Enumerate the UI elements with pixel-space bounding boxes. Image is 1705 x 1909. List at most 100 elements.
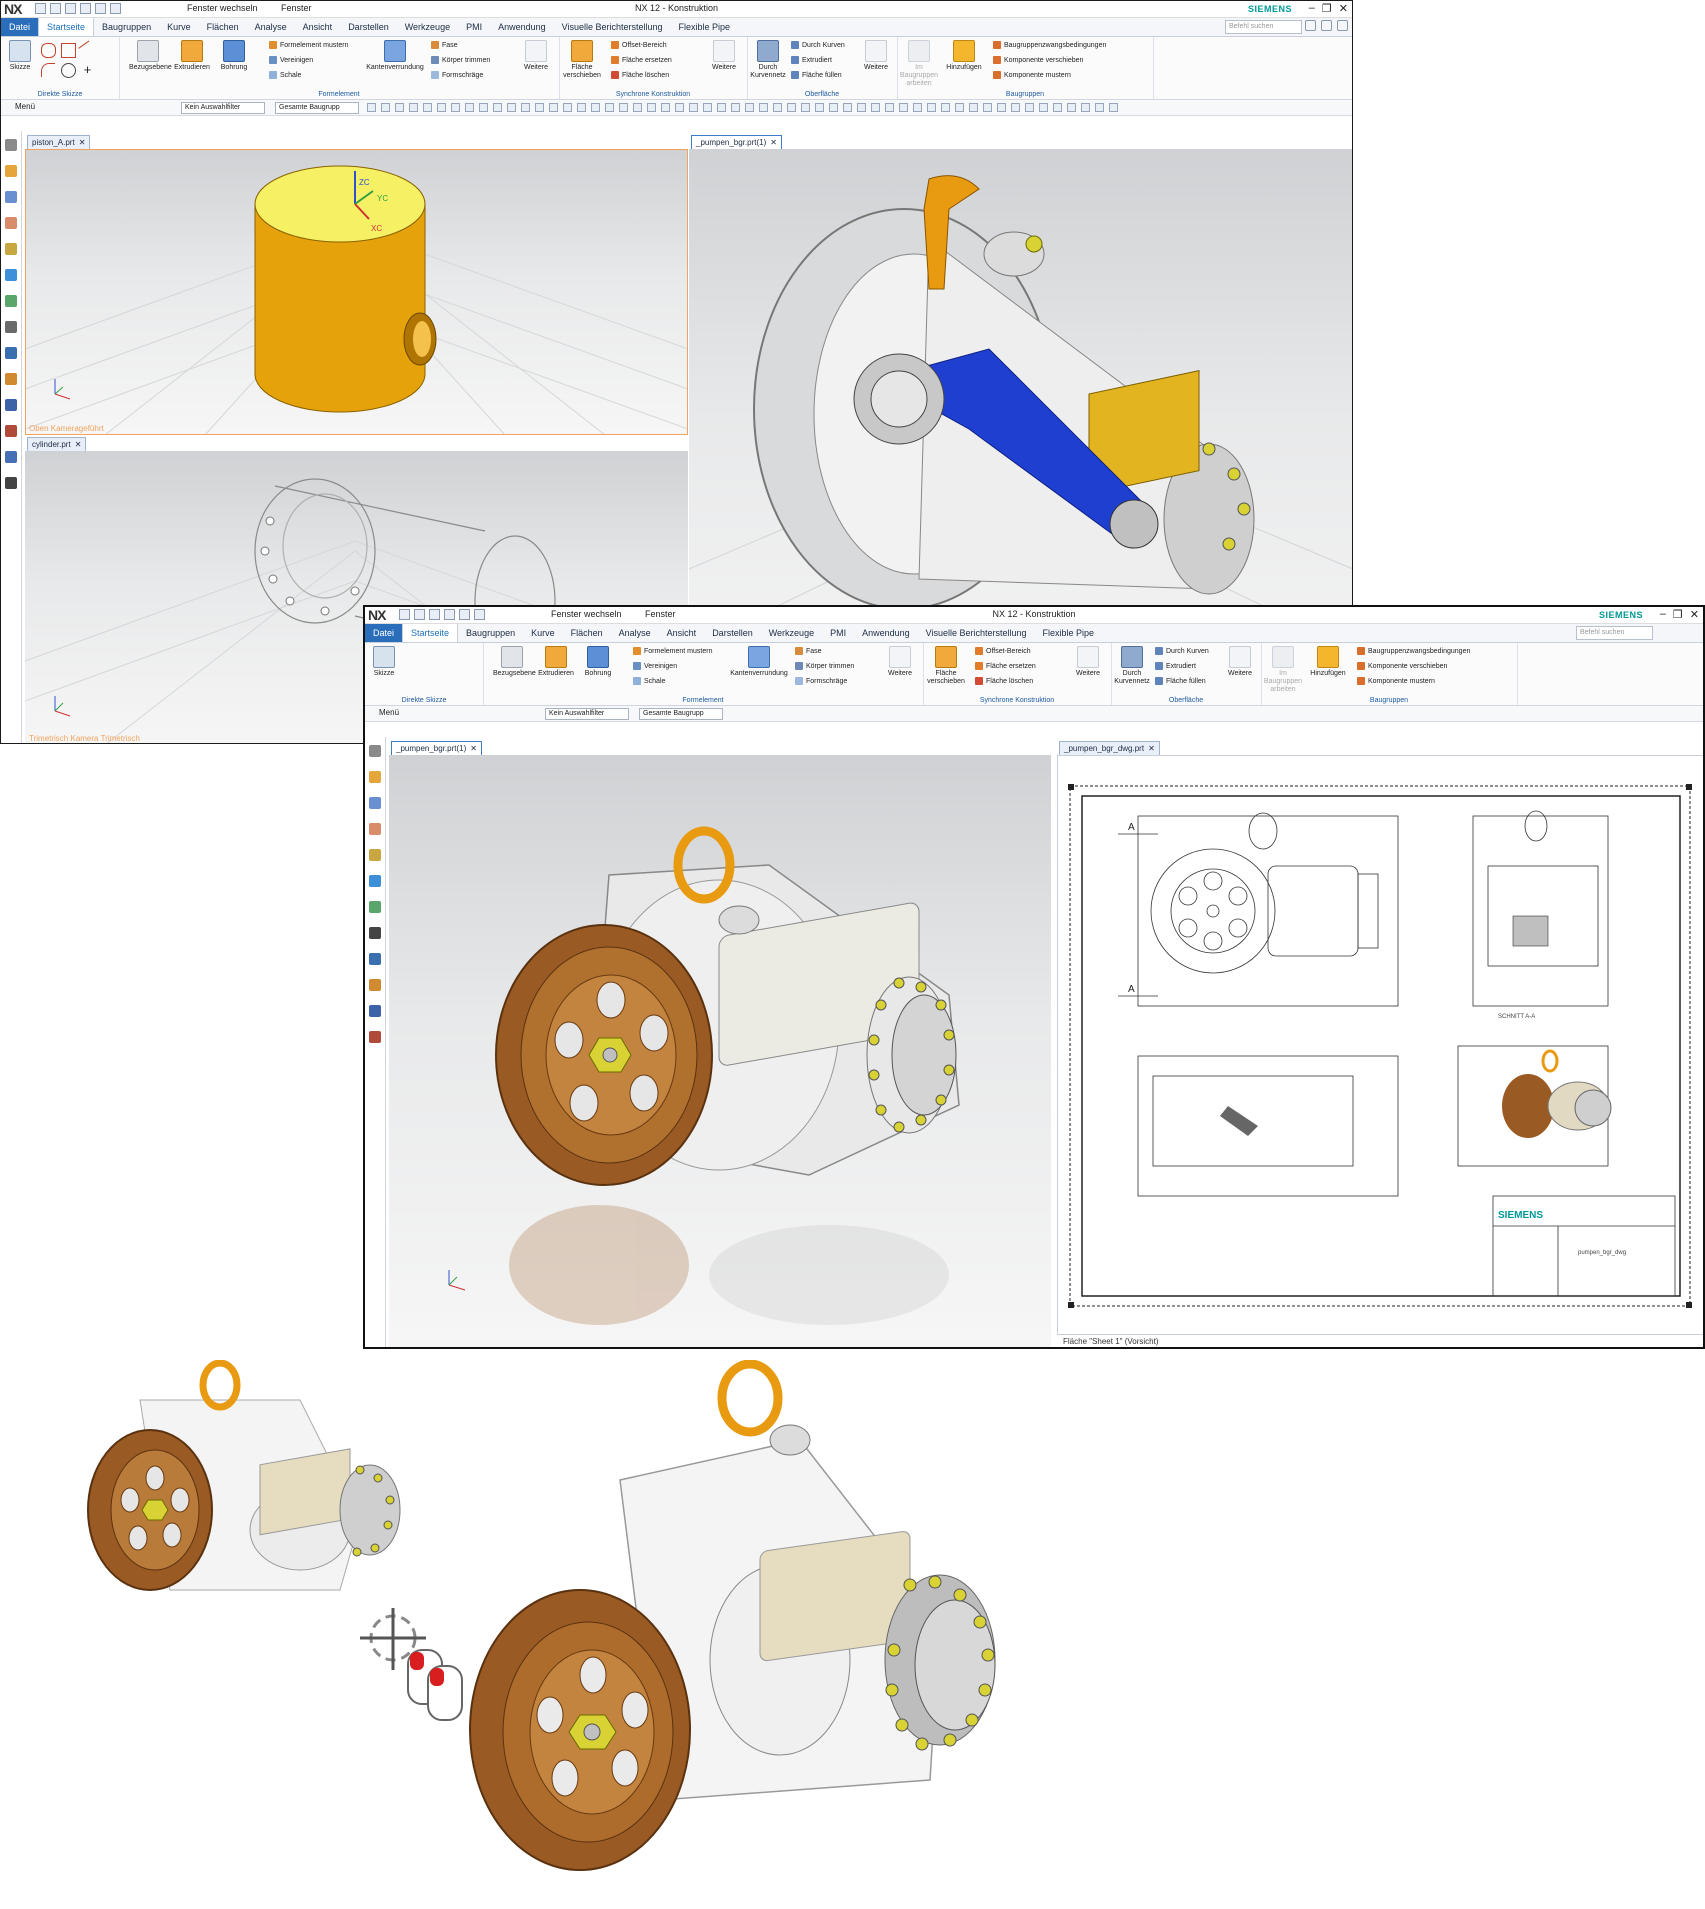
window-switch-button[interactable]: Fenster wechseln: [551, 609, 622, 619]
tab-ansicht[interactable]: Ansicht: [659, 624, 705, 642]
save-all-icon[interactable]: [80, 3, 91, 14]
tab-pumpen-bgr[interactable]: _pumpen_bgr.prt(1) ✕: [391, 741, 482, 756]
snap-icon[interactable]: [451, 103, 460, 112]
shell-button[interactable]: Schale: [633, 677, 665, 685]
save-all-icon[interactable]: [444, 609, 455, 620]
chamfer-button[interactable]: Fase: [795, 647, 822, 655]
spline-icon[interactable]: [41, 43, 56, 58]
search-icon[interactable]: [1305, 20, 1316, 31]
more-feature-button[interactable]: Weitere: [881, 646, 919, 678]
through-curves-button[interactable]: Durch Kurven: [1155, 647, 1209, 655]
shell-button[interactable]: Schale: [269, 71, 301, 79]
through-curves-button[interactable]: Durch Kurven: [791, 41, 845, 49]
snap-icon[interactable]: [395, 103, 404, 112]
settings-icon[interactable]: [1321, 20, 1332, 31]
snap-icon[interactable]: [479, 103, 488, 112]
snap-icon[interactable]: [941, 103, 950, 112]
process-studio-icon[interactable]: [5, 451, 17, 463]
window-switch-button[interactable]: Fenster wechseln: [187, 3, 258, 13]
tab-anwendung[interactable]: Anwendung: [490, 18, 554, 36]
drawing-sheet[interactable]: A A SCHNITT A-A SIEMENS pumpen_bgr_dwg: [1057, 755, 1703, 1335]
window-menu-button[interactable]: Fenster: [645, 609, 676, 619]
replace-face-button[interactable]: Fläche ersetzen: [975, 662, 1036, 670]
snap-icon[interactable]: [535, 103, 544, 112]
tab-analyse[interactable]: Analyse: [611, 624, 659, 642]
undo-icon[interactable]: [459, 609, 470, 620]
clock-icon[interactable]: [5, 347, 17, 359]
part-navigator-icon[interactable]: [5, 165, 17, 177]
close-icon[interactable]: ✕: [75, 440, 82, 449]
selection-filter-select[interactable]: Kein Auswahlfilter: [545, 708, 629, 720]
tab-baugruppen[interactable]: Baugruppen: [94, 18, 159, 36]
tab-pumpen-bgr[interactable]: _pumpen_bgr.prt(1) ✕: [691, 135, 782, 150]
monitor-icon[interactable]: [369, 927, 381, 939]
redo-icon[interactable]: [110, 3, 121, 14]
tab-kurve[interactable]: Kurve: [523, 624, 563, 642]
restore-icon[interactable]: ❐: [1673, 608, 1683, 621]
selection-scope-select[interactable]: Gesamte Baugrupp: [639, 708, 723, 720]
save-icon[interactable]: [65, 3, 76, 14]
monitor-icon[interactable]: [5, 477, 17, 489]
tab-analyse[interactable]: Analyse: [247, 18, 295, 36]
selection-filter-select[interactable]: Kein Auswahlfilter: [181, 102, 265, 114]
circle-icon[interactable]: [61, 63, 76, 78]
snap-icon[interactable]: [801, 103, 810, 112]
snap-icon[interactable]: [843, 103, 852, 112]
tab-baugruppen[interactable]: Baugruppen: [458, 624, 523, 642]
snap-icon[interactable]: [955, 103, 964, 112]
more-sync-button[interactable]: Weitere: [1069, 646, 1107, 678]
constraint-navigator-icon[interactable]: [369, 823, 381, 835]
tab-piston-a[interactable]: piston_A.prt ✕: [27, 135, 91, 150]
tab-ansicht[interactable]: Ansicht: [295, 18, 341, 36]
tab-pmi[interactable]: PMI: [822, 624, 854, 642]
snap-icon[interactable]: [577, 103, 586, 112]
snap-icon[interactable]: [913, 103, 922, 112]
extruded-button[interactable]: Extrudiert: [1155, 662, 1196, 670]
tab-startseite[interactable]: Startseite: [38, 18, 95, 36]
snap-icon[interactable]: [969, 103, 978, 112]
tab-darstellen[interactable]: Darstellen: [340, 18, 397, 36]
extrude-button[interactable]: Extrudieren: [173, 40, 211, 72]
minimize-icon[interactable]: –: [1309, 2, 1315, 15]
snap-icon[interactable]: [1053, 103, 1062, 112]
extruded-button[interactable]: Extrudiert: [791, 56, 832, 64]
tab-flaechen[interactable]: Flächen: [563, 624, 611, 642]
delete-face-button[interactable]: Fläche löschen: [611, 71, 669, 79]
palette-icon[interactable]: [5, 373, 17, 385]
snap-icon[interactable]: [1039, 103, 1048, 112]
tab-datei[interactable]: Datei: [365, 624, 403, 642]
tab-visuelle-berichterstellung[interactable]: Visuelle Berichterstellung: [918, 624, 1035, 642]
snap-icon[interactable]: [549, 103, 558, 112]
trim-body-button[interactable]: Körper trimmen: [795, 662, 854, 670]
pattern-feature-button[interactable]: Formelement mustern: [633, 647, 712, 655]
line-icon[interactable]: [78, 40, 97, 60]
offset-region-button[interactable]: Offset-Bereich: [975, 647, 1031, 655]
new-file-icon[interactable]: [35, 3, 46, 14]
close-icon[interactable]: ✕: [1690, 608, 1699, 621]
tab-pumpen-bgr-dwg[interactable]: _pumpen_bgr_dwg.prt ✕: [1059, 741, 1160, 756]
tab-flaechen[interactable]: Flächen: [199, 18, 247, 36]
edge-blend-button[interactable]: Kantenverrundung: [729, 646, 789, 678]
assembly-constraints-button[interactable]: Baugruppenzwangsbedingungen: [993, 41, 1106, 49]
sketch-button[interactable]: Skizze: [365, 646, 403, 678]
assembly-navigator-icon[interactable]: [369, 797, 381, 809]
reuse-library-icon[interactable]: [369, 849, 381, 861]
sketch-button[interactable]: Skizze: [1, 40, 39, 72]
palette-icon[interactable]: [369, 979, 381, 991]
snap-icon[interactable]: [465, 103, 474, 112]
new-file-icon[interactable]: [399, 609, 410, 620]
scene-icon[interactable]: [5, 425, 17, 437]
viewport-piston[interactable]: ZC YC XC Oben Kamerageführt: [25, 149, 688, 435]
snap-icon[interactable]: [815, 103, 824, 112]
offset-region-button[interactable]: Offset-Bereich: [611, 41, 667, 49]
close-icon[interactable]: ✕: [79, 138, 86, 147]
move-component-button[interactable]: Komponente verschieben: [993, 56, 1083, 64]
snap-icon[interactable]: [1011, 103, 1020, 112]
web-browser-icon[interactable]: [369, 875, 381, 887]
window-menu-button[interactable]: Fenster: [281, 3, 312, 13]
pattern-component-button[interactable]: Komponente mustern: [993, 71, 1071, 79]
snap-icon[interactable]: [633, 103, 642, 112]
through-curve-mesh-button[interactable]: Durch Kurvennetz: [749, 40, 787, 80]
datum-plane-button[interactable]: Bezugsebene: [493, 646, 536, 678]
command-search-input[interactable]: Befehl suchen: [1576, 626, 1653, 640]
